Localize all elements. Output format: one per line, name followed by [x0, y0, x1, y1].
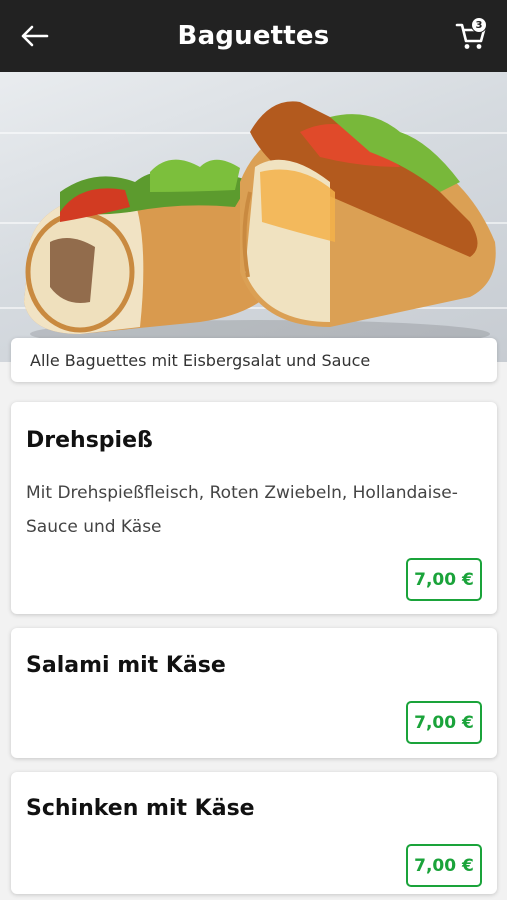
product-name: Salami mit Käse	[26, 653, 226, 678]
product-card[interactable]: Salami mit Käse 7,00 €	[11, 628, 497, 758]
arrow-left-icon	[21, 25, 49, 47]
price-button[interactable]: 7,00 €	[406, 701, 482, 744]
product-name: Schinken mit Käse	[26, 796, 255, 821]
back-button[interactable]	[14, 16, 54, 56]
price-button[interactable]: 7,00 €	[406, 844, 482, 887]
info-banner: Alle Baguettes mit Eisbergsalat und Sauc…	[11, 338, 497, 382]
baguette-illustration	[24, 101, 496, 348]
hero-image	[0, 72, 507, 362]
page-title: Baguettes	[177, 21, 330, 51]
product-card[interactable]: Drehspieß Mit Drehspießfleisch, Roten Zw…	[11, 402, 497, 614]
product-card[interactable]: Schinken mit Käse 7,00 €	[11, 772, 497, 894]
info-text: Alle Baguettes mit Eisbergsalat und Sauc…	[30, 350, 371, 370]
price-button[interactable]: 7,00 €	[406, 558, 482, 601]
cart-count-badge: 3	[471, 17, 487, 33]
product-name: Drehspieß	[26, 428, 153, 453]
product-description: Mit Drehspießfleisch, Roten Zwiebeln, Ho…	[26, 483, 458, 537]
app-header: Baguettes 3	[0, 0, 507, 72]
cart-button[interactable]: 3	[449, 14, 493, 58]
